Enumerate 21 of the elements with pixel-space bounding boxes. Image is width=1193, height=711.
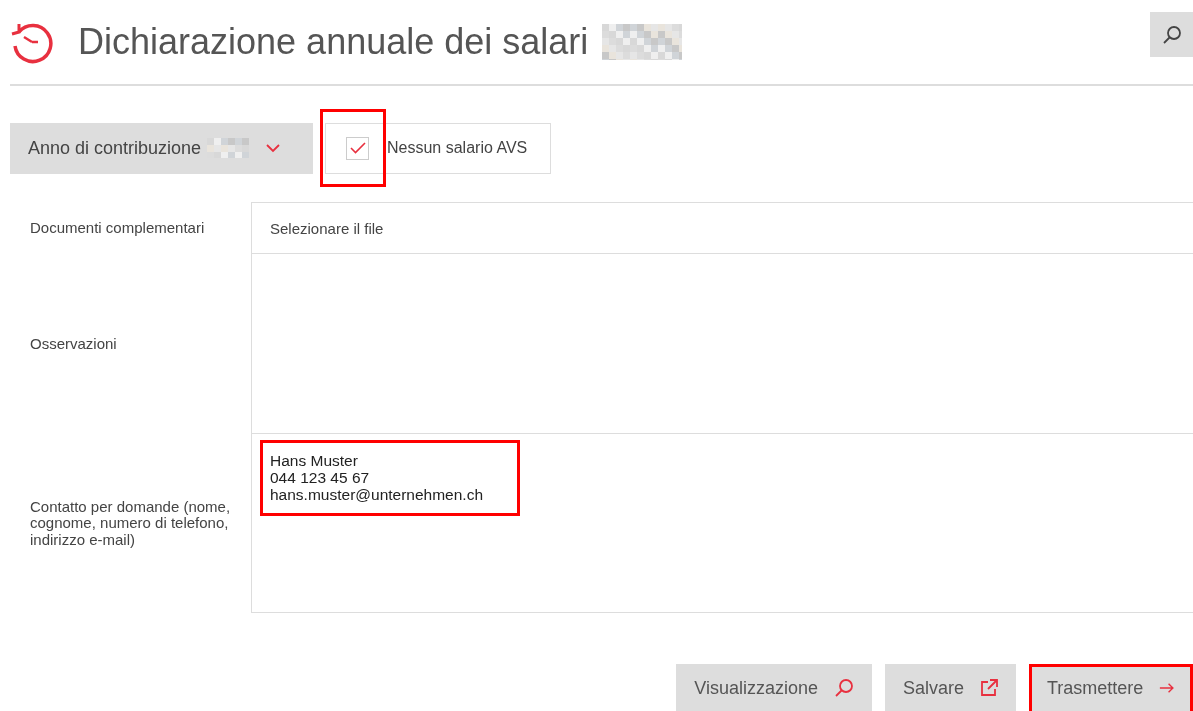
field-label: Documenti complementari bbox=[30, 220, 205, 237]
field-value: Hans Muster 044 123 45 67 hans.muster@unternehmen.ch bbox=[269, 451, 484, 503]
action-button[interactable]: Visualizzazione bbox=[676, 664, 872, 711]
field-label: Osservazioni bbox=[30, 335, 117, 353]
arrow-right-icon bbox=[1159, 682, 1175, 694]
search-button[interactable] bbox=[1150, 12, 1193, 57]
search-icon bbox=[1161, 24, 1182, 45]
year-dropdown[interactable]: Anno di contribuzione bbox=[10, 122, 313, 174]
file-field[interactable]: Selezionare il file bbox=[251, 202, 1193, 254]
action-button[interactable]: Trasmettere bbox=[1029, 664, 1193, 711]
field-label: Contatto per domande (nome, cognome, numero di telefono, indirizzo e-mail) bbox=[30, 498, 231, 549]
external-link-icon bbox=[980, 679, 998, 697]
chevron-down-icon bbox=[265, 143, 282, 153]
pixelated-year bbox=[207, 138, 250, 158]
checkbox-label: Nessun salario AVS bbox=[387, 139, 528, 157]
checkmark-icon bbox=[349, 142, 366, 154]
action-button[interactable]: Salvare bbox=[884, 664, 1016, 711]
page-title: Dichiarazione annuale dei salari bbox=[78, 21, 589, 63]
checkbox[interactable] bbox=[346, 136, 369, 160]
search-icon bbox=[833, 678, 854, 698]
text-area[interactable]: Hans Muster 044 123 45 67 hans.muster@unternehmen.ch bbox=[251, 433, 1193, 613]
